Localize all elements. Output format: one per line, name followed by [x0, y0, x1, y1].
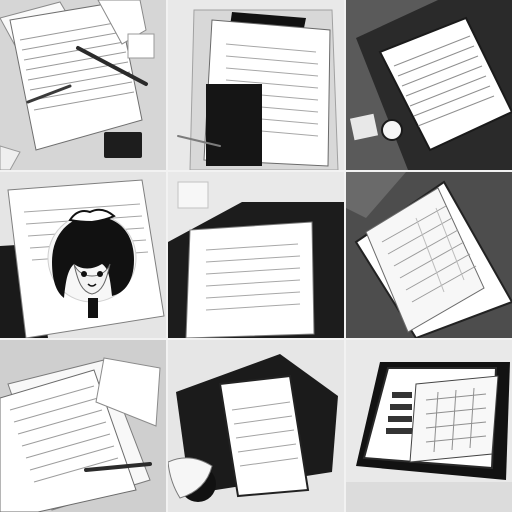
tile-2-illustration [168, 0, 344, 170]
tile-6-tilted-sheet-with-table [346, 172, 512, 338]
tile-9-binder-with-charts [346, 340, 512, 512]
tile-1-illustration [0, 0, 166, 170]
tile-3-document-in-dark-folder [346, 0, 512, 170]
tile-9-illustration [346, 340, 512, 512]
tile-5-document-on-folder [168, 172, 344, 338]
tile-2-documents-with-folder [168, 0, 344, 170]
tile-6-illustration [346, 172, 512, 338]
tile-4-character-drawing-on-paper [0, 172, 166, 338]
image-grid [0, 0, 512, 512]
tile-1-papers-with-pen [0, 0, 166, 170]
tile-4-illustration [0, 172, 166, 338]
tile-8-illustration [168, 340, 344, 512]
tile-3-illustration [346, 0, 512, 170]
tile-7-illustration [0, 340, 166, 512]
tile-7-stack-of-forms [0, 340, 166, 512]
tile-5-illustration [168, 172, 344, 338]
tile-8-folder-with-document [168, 340, 344, 512]
